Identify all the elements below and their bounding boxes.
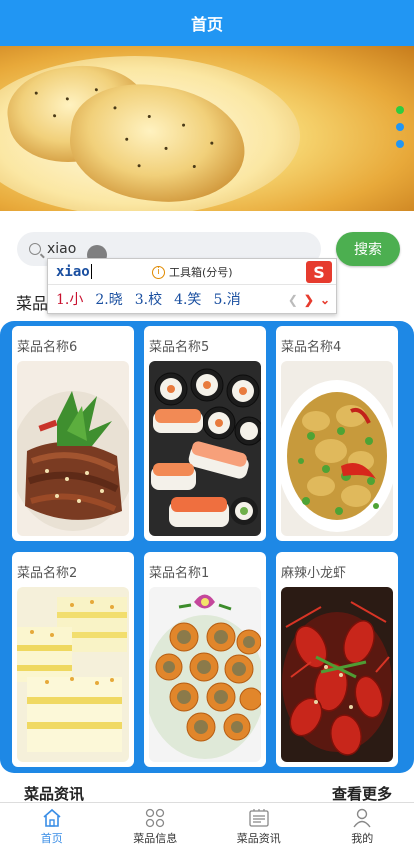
dish-card[interactable]: 菜品名称2 bbox=[12, 552, 134, 767]
news-icon bbox=[249, 809, 269, 827]
ime-page-controls: ❮ ❯ ⌄ bbox=[288, 293, 330, 307]
home-icon bbox=[43, 808, 61, 827]
user-icon bbox=[353, 808, 371, 828]
search-icon bbox=[29, 243, 41, 255]
dish-image bbox=[281, 587, 393, 762]
tab-home[interactable]: 首页 bbox=[0, 803, 104, 848]
dish-name: 麻辣小龙虾 bbox=[281, 566, 347, 581]
ime-candidate[interactable]: 2.晓 bbox=[95, 289, 122, 309]
view-more-link[interactable]: 查看更多 bbox=[332, 783, 392, 804]
ime-composition-row: xiao i 工具箱(分号) S bbox=[48, 259, 336, 285]
ime-candidate-popup: xiao i 工具箱(分号) S 1.小 2.晓 3.校 4.笑 5.消 ❮ ❯… bbox=[47, 258, 337, 314]
info-icon: i bbox=[152, 265, 165, 279]
dish-name: 菜品名称5 bbox=[149, 340, 210, 355]
ime-expand-icon[interactable]: ⌄ bbox=[320, 293, 330, 307]
page-title-bar: 首页 bbox=[0, 0, 414, 46]
dish-card[interactable]: 菜品名称4 bbox=[276, 326, 398, 541]
tab-dish-info[interactable]: 菜品信息 bbox=[104, 803, 208, 848]
dish-image bbox=[149, 587, 261, 762]
dish-card[interactable]: 菜品名称6 bbox=[12, 326, 134, 541]
tab-label: 菜品信息 bbox=[133, 832, 178, 845]
dish-card[interactable]: 麻辣小龙虾 bbox=[276, 552, 398, 767]
ime-composition-text: xiao bbox=[56, 263, 90, 280]
dish-image bbox=[17, 587, 129, 762]
ime-candidate[interactable]: 5.消 bbox=[213, 289, 240, 309]
page-title: 首页 bbox=[190, 15, 223, 34]
dish-name: 菜品名称4 bbox=[281, 340, 342, 355]
carousel-indicators bbox=[396, 106, 404, 148]
carousel-dot[interactable] bbox=[396, 140, 404, 148]
dish-name: 菜品名称1 bbox=[149, 566, 210, 581]
grid-icon bbox=[146, 808, 165, 828]
dish-grid: 菜品名称6 菜品名称5 菜品名称4 菜品名称2 菜品名称1 麻辣小龙虾 bbox=[0, 321, 414, 773]
search-button[interactable]: 搜索 bbox=[336, 232, 400, 266]
ime-candidate-row: 1.小 2.晓 3.校 4.笑 5.消 ❮ ❯ ⌄ bbox=[48, 285, 336, 313]
carousel-dot[interactable] bbox=[396, 123, 404, 131]
tab-label: 首页 bbox=[40, 832, 63, 845]
news-section-header: 菜品资讯 查看更多 bbox=[0, 781, 414, 803]
ime-caret bbox=[90, 264, 92, 279]
ime-candidate[interactable]: 3.校 bbox=[135, 289, 162, 309]
ime-toolbox-label: 工具箱(分号) bbox=[169, 266, 233, 279]
dish-card[interactable]: 菜品名称1 bbox=[144, 552, 266, 767]
dish-name: 菜品名称2 bbox=[17, 566, 78, 581]
carousel-dot[interactable] bbox=[396, 106, 404, 114]
tab-profile[interactable]: 我的 bbox=[311, 803, 414, 848]
search-input-value: xiao bbox=[47, 241, 77, 257]
bottom-tab-bar: 首页 菜品信息 菜品资讯 我的 bbox=[0, 802, 414, 848]
tab-dish-news[interactable]: 菜品资讯 bbox=[207, 803, 311, 848]
dish-card[interactable]: 菜品名称5 bbox=[144, 326, 266, 541]
dish-image bbox=[17, 361, 129, 536]
section-label: 菜品 bbox=[16, 294, 49, 313]
ime-toolbox-button[interactable]: i 工具箱(分号) bbox=[152, 264, 233, 280]
tab-label: 菜品资讯 bbox=[236, 832, 281, 845]
dish-image bbox=[149, 361, 261, 536]
ime-candidate[interactable]: 1.小 bbox=[56, 289, 83, 309]
ime-prev-page-icon[interactable]: ❮ bbox=[288, 293, 298, 307]
banner-carousel[interactable] bbox=[0, 46, 414, 211]
sogou-logo-icon: S bbox=[306, 261, 332, 283]
ime-next-page-icon[interactable]: ❯ bbox=[304, 293, 314, 307]
tab-label: 我的 bbox=[351, 832, 374, 845]
news-section-title: 菜品资讯 bbox=[24, 785, 85, 803]
ime-candidate[interactable]: 4.笑 bbox=[174, 289, 201, 309]
dish-name: 菜品名称6 bbox=[17, 340, 78, 355]
dish-image bbox=[281, 361, 393, 536]
